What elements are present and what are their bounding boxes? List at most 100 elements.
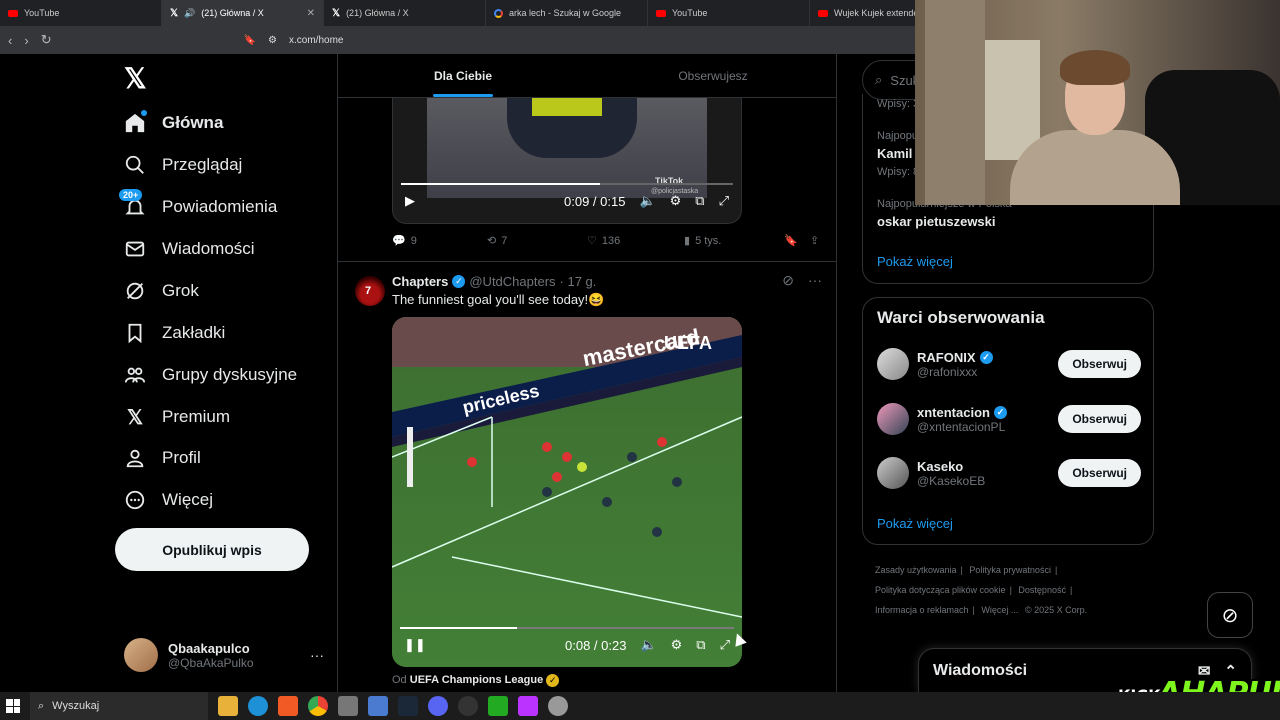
volume-icon[interactable]: 🔈 xyxy=(639,193,655,209)
follow-button[interactable]: Obserwuj xyxy=(1058,459,1141,487)
tweet-time[interactable]: · 17 g. xyxy=(560,274,597,289)
pause-icon[interactable]: ❚❚ xyxy=(404,637,426,653)
nav-explore[interactable]: Przeglądaj xyxy=(124,154,242,176)
pip-icon[interactable]: ⧉ xyxy=(695,193,704,209)
footer-link[interactable]: Dostępność xyxy=(1018,585,1066,595)
browser-tab[interactable]: arka lech - Szukaj w Google xyxy=(486,0,648,26)
nav-home[interactable]: Główna xyxy=(124,110,223,134)
avatar[interactable]: 7 xyxy=(355,276,385,306)
account-switcher[interactable]: Qbaakapulco @QbaAkaPulko ··· xyxy=(124,638,324,672)
person-icon xyxy=(124,447,146,469)
app-icon[interactable] xyxy=(548,696,568,716)
url-text[interactable]: x.com/home xyxy=(289,35,343,46)
settings-icon[interactable]: ⚙ xyxy=(671,637,683,653)
avatar xyxy=(124,638,158,672)
video-progress-fill xyxy=(400,627,517,629)
pip-icon[interactable]: ⧉ xyxy=(696,637,705,653)
like-button[interactable]: ♡ 136 xyxy=(587,234,684,248)
tweet-text: The funniest goal you'll see today!😆 xyxy=(392,292,605,307)
windows-start-icon[interactable] xyxy=(6,699,20,713)
show-more-link[interactable]: Pokaż więcej xyxy=(877,254,953,269)
nav-premium[interactable]: 𝕏 Premium xyxy=(124,406,230,429)
share-button[interactable]: ⇪ xyxy=(810,234,819,247)
streamlabs-icon[interactable] xyxy=(518,696,538,716)
reply-button[interactable]: 💬 9 xyxy=(392,234,487,248)
close-icon[interactable]: ✕ xyxy=(307,8,315,19)
footer-link[interactable]: Polityka dotycząca plików cookie xyxy=(875,585,1006,595)
views-button[interactable]: ▮ 5 tys. xyxy=(684,234,784,248)
grok-fab-icon[interactable]: ⊘ xyxy=(1207,592,1253,638)
footer-link[interactable]: Polityka prywatności xyxy=(969,565,1051,575)
app-icon[interactable] xyxy=(338,696,358,716)
nav-communities[interactable]: Grupy dyskusyjne xyxy=(124,364,297,386)
file-explorer-icon[interactable] xyxy=(218,696,238,716)
footer-link[interactable]: Zasady użytkowania xyxy=(875,565,957,575)
volume-icon[interactable]: 🔈 xyxy=(640,637,656,653)
trend-name[interactable]: Kamil xyxy=(877,146,912,161)
author-name[interactable]: Chapters xyxy=(392,274,448,289)
nav-grok[interactable]: Grok xyxy=(124,280,199,302)
taskbar-search[interactable]: ⌕ Wyszukaj xyxy=(30,692,208,720)
video-progress-bar[interactable] xyxy=(401,183,733,185)
tab-following[interactable]: Obserwujesz xyxy=(588,54,836,97)
avatar xyxy=(877,348,909,380)
more-icon[interactable]: ··· xyxy=(808,272,822,289)
cam-door xyxy=(925,0,985,205)
browser-tab[interactable]: YouTube xyxy=(648,0,810,26)
follow-suggestion[interactable]: RAFONIX ✓ @rafonixxx Obserwuj xyxy=(877,348,1141,380)
who-to-follow: Warci obserwowania RAFONIX ✓ @rafonixxx Ob… xyxy=(862,297,1154,545)
footer-sep: | xyxy=(1069,585,1073,595)
edge-icon[interactable] xyxy=(248,696,268,716)
video-progress-bar[interactable] xyxy=(400,627,734,629)
follow-suggestion[interactable]: Kaseko @KasekoEB Obserwuj xyxy=(877,457,1141,489)
footer-link[interactable]: Informacja o reklamach xyxy=(875,605,969,615)
tweet-header: Chapters ✓ @UtdChapters · 17 g. xyxy=(392,274,596,289)
capcut-icon[interactable] xyxy=(368,696,388,716)
obs-icon[interactable] xyxy=(458,696,478,716)
back-icon[interactable]: ‹ xyxy=(8,33,12,48)
video-player[interactable]: mastercard UEFA priceless ❚❚ 0:08 / 0:23… xyxy=(392,317,742,667)
discord-icon[interactable] xyxy=(428,696,448,716)
fullscreen-icon[interactable]: ⤢ xyxy=(719,193,729,209)
verified-icon: ✓ xyxy=(452,275,466,288)
post-button[interactable]: Opublikuj wpis xyxy=(115,528,309,571)
chrome-icon[interactable] xyxy=(308,696,328,716)
browser-tab-active[interactable]: 𝕏 🔊 (21) Główna / X ✕ xyxy=(162,0,324,26)
browser-tab[interactable]: 𝕏 (21) Główna / X xyxy=(324,0,486,26)
trend-name[interactable]: oskar pietuszewski xyxy=(877,214,996,229)
show-more-link[interactable]: Pokaż więcej xyxy=(877,516,953,531)
repost-button[interactable]: ⟲ 7 xyxy=(487,234,587,248)
trend-meta: Najpopu xyxy=(877,130,918,142)
fullscreen-icon[interactable]: ⤢ xyxy=(720,637,730,653)
url-box[interactable]: 🔖 ⚙ x.com/home xyxy=(244,30,894,50)
follow-button[interactable]: Obserwuj xyxy=(1058,350,1141,378)
nav-more[interactable]: Więcej xyxy=(124,489,213,511)
nav-notifications[interactable]: 20+ Powiadomienia xyxy=(119,189,277,218)
bookmark-button[interactable]: 🔖 xyxy=(784,234,810,247)
x-logo-icon[interactable]: 𝕏 xyxy=(124,62,147,95)
source-name[interactable]: UEFA Champions League xyxy=(410,674,543,686)
brave-icon[interactable] xyxy=(278,696,298,716)
forward-icon[interactable]: › xyxy=(24,33,28,48)
tab-for-you[interactable]: Dla Ciebie xyxy=(338,54,588,97)
site-info-icon[interactable]: ⚙ xyxy=(268,35,277,46)
follow-suggestion[interactable]: xntentacion ✓ @xntentacionPL Obserwuj xyxy=(877,403,1141,435)
kick-app-icon[interactable] xyxy=(488,696,508,716)
grok-icon[interactable]: ⊘ xyxy=(782,272,794,289)
follow-button[interactable]: Obserwuj xyxy=(1058,405,1141,433)
browser-tab[interactable]: YouTube xyxy=(0,0,162,26)
reload-icon[interactable]: ↻ xyxy=(41,32,52,48)
author-handle[interactable]: @UtdChapters xyxy=(469,274,555,289)
bookmark-icon[interactable]: 🔖 xyxy=(244,35,256,46)
video-player[interactable]: TikTok @policjastaska ▶ 0:09 / 0:15 🔈 ⚙ … xyxy=(392,98,742,224)
more-icon[interactable]: ··· xyxy=(310,647,324,663)
settings-icon[interactable]: ⚙ xyxy=(670,193,682,209)
nav-messages[interactable]: Wiadomości xyxy=(124,238,255,260)
steam-icon[interactable] xyxy=(398,696,418,716)
play-icon[interactable]: ▶ xyxy=(405,193,415,209)
timeline-tabs: Dla Ciebie Obserwujesz xyxy=(338,54,836,98)
footer-link[interactable]: Więcej ... xyxy=(981,605,1018,615)
nav-profile[interactable]: Profil xyxy=(124,447,201,469)
nav-bookmarks[interactable]: Zakładki xyxy=(124,322,225,344)
user-handle: @QbaAkaPulko xyxy=(168,655,254,670)
